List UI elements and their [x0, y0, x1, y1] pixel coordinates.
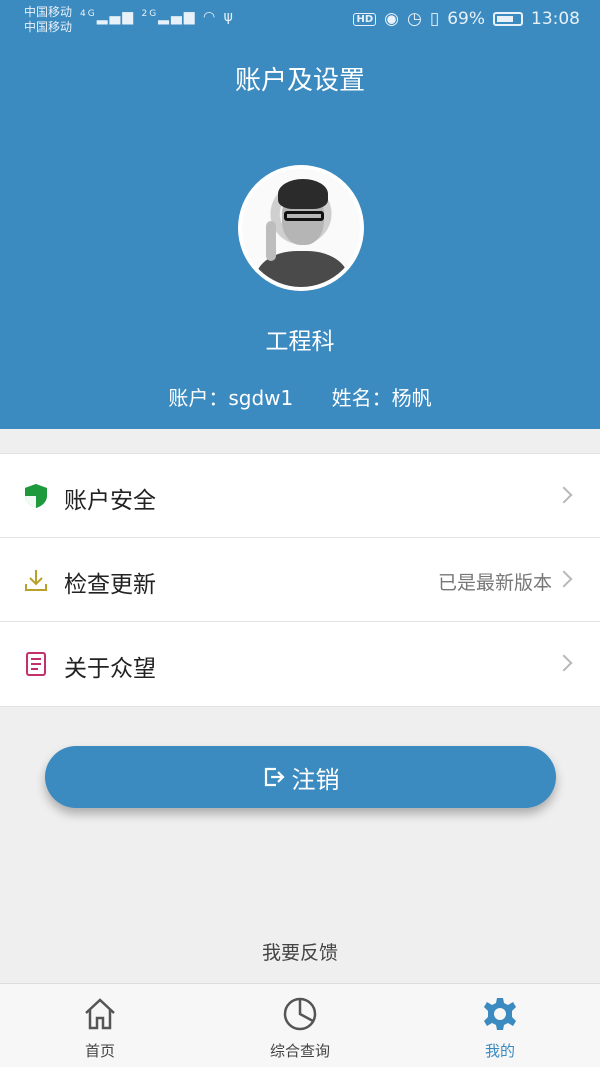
- avatar-photo: [242, 169, 360, 287]
- carrier-labels: 中国移动 中国移动: [24, 5, 72, 35]
- bottom-tab-bar: 首页 综合查询 我的: [0, 983, 600, 1067]
- signal-bars-icon: ▂▄▆: [96, 9, 136, 25]
- signal-icons: 4G▂▄▆ 2G▂▄▆ ◠ ψ: [80, 9, 235, 25]
- home-icon: [85, 998, 115, 1030]
- avatar[interactable]: [238, 165, 364, 291]
- status-bar: 中国移动 中国移动 4G▂▄▆ 2G▂▄▆ ◠ ψ HD ◉ ◷ ▯ 69% 1…: [0, 0, 600, 40]
- menu-label: 检查更新: [64, 572, 156, 598]
- avatar-hair: [278, 179, 328, 209]
- feedback-link[interactable]: 我要反馈: [0, 938, 600, 965]
- tab-label: 综合查询: [269, 1042, 330, 1060]
- signal-bars-icon: ▂▄▆: [158, 9, 197, 25]
- tab-query[interactable]: 综合查询: [200, 984, 400, 1067]
- carrier-2: 中国移动: [24, 20, 73, 34]
- pie-chart-icon: [283, 997, 317, 1031]
- account-id: 账户：sgdw1: [168, 386, 294, 410]
- settings-menu: 账户安全 检查更新 已是最新版本 关于众望: [0, 453, 600, 707]
- gear-icon: [484, 998, 516, 1030]
- version-status: 已是最新版本: [437, 572, 552, 594]
- battery-icon: [493, 12, 523, 26]
- eye-icon: ◉: [384, 9, 399, 29]
- logout-icon: [264, 767, 285, 787]
- signal-2g-label: 2G: [141, 9, 159, 19]
- menu-label: 账户安全: [64, 488, 156, 514]
- signal-4g-label: 4G: [80, 9, 97, 19]
- download-icon: [25, 570, 47, 591]
- alarm-icon: ◷: [407, 9, 422, 29]
- logout-label: 注销: [291, 765, 340, 794]
- vibrate-icon: ▯: [429, 9, 440, 29]
- usb-icon: ψ: [223, 9, 235, 25]
- chevron-right-icon: [555, 486, 573, 504]
- carrier-1: 中国移动: [24, 5, 73, 19]
- department-name: 工程科: [265, 329, 335, 355]
- account-info: 账户：sgdw1 姓名：杨帆: [0, 382, 600, 411]
- menu-item-check-update[interactable]: 检查更新 已是最新版本: [0, 538, 600, 622]
- avatar-glasses: [284, 211, 324, 221]
- chevron-right-icon: [555, 570, 573, 588]
- menu-label: 关于众望: [64, 656, 156, 682]
- menu-item-account-security[interactable]: 账户安全: [0, 454, 600, 538]
- avatar-finger: [266, 221, 276, 261]
- logout-button[interactable]: 注销: [45, 746, 556, 808]
- user-name: 姓名：杨帆: [331, 386, 432, 410]
- header: 中国移动 中国移动 4G▂▄▆ 2G▂▄▆ ◠ ψ HD ◉ ◷ ▯ 69% 1…: [0, 0, 600, 429]
- document-icon: [26, 652, 46, 676]
- menu-item-about[interactable]: 关于众望: [0, 622, 600, 706]
- hd-badge: HD: [353, 12, 377, 26]
- wifi-icon: ◠: [202, 9, 218, 25]
- status-right: HD ◉ ◷ ▯ 69% 13:08: [353, 9, 580, 29]
- tab-label: 首页: [84, 1042, 115, 1060]
- shield-icon: [25, 484, 47, 508]
- chevron-right-icon: [555, 654, 573, 672]
- clock: 13:08: [531, 9, 580, 29]
- tab-label: 我的: [484, 1042, 515, 1060]
- tab-home[interactable]: 首页: [0, 984, 200, 1067]
- page-title: 账户及设置: [234, 66, 365, 96]
- battery-percent: 69%: [447, 9, 485, 29]
- tab-mine[interactable]: 我的: [400, 984, 600, 1067]
